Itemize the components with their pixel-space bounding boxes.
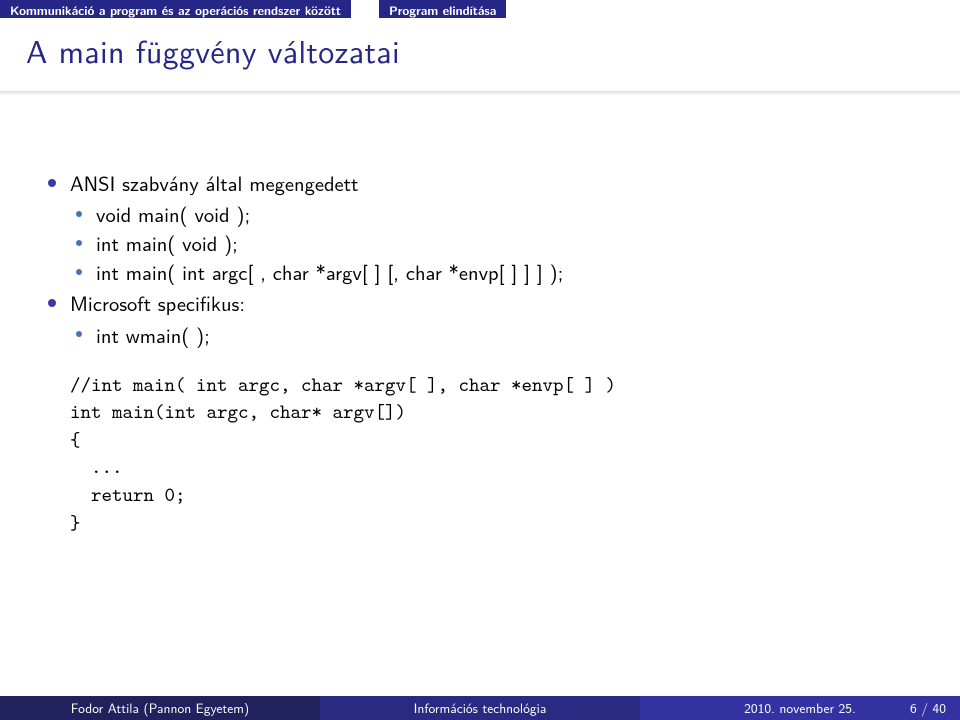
bullet-ms: Microsoft specifikus: int wmain( ); [44,289,916,349]
slide-content: ANSI szabvány által megengedett void mai… [0,91,960,537]
code-block: //int main( int argc, char *argv[ ], cha… [70,372,916,538]
slide-title: A main függvény változatai [26,26,934,73]
footer-date-seg: 2010. november 25. 6 / 40 [640,696,960,720]
ansi-item-1-text: void main( void ); [96,199,250,229]
nav-spacer [351,0,379,18]
ansi-item-3: int main( int argc[ , char *argv[ ] [, c… [70,258,916,287]
nav-subsection[interactable]: Program elindítása [379,0,506,18]
bullet-ms-label: Microsoft specifikus: [70,288,245,318]
nav-breadcrumb: Kommunikáció a program és az operációs r… [0,0,960,18]
nav-section[interactable]: Kommunikáció a program és az operációs r… [0,0,351,18]
footer-page: 6 / 40 [910,698,946,718]
title-block: A main függvény változatai [0,18,960,91]
title-shadow [0,91,960,95]
ms-item-1-text: int wmain( ); [96,320,210,350]
footer: Fodor Attila (Pannon Egyetem) Információ… [0,696,960,720]
ansi-item-2-text: int main( void ); [96,228,238,258]
footer-author: Fodor Attila (Pannon Egyetem) [0,696,320,720]
footer-title: Információs technológia [320,696,640,720]
bullet-ansi: ANSI szabvány által megengedett void mai… [44,169,916,287]
ms-item-1: int wmain( ); [70,321,916,350]
nav-fill [506,0,960,18]
bullet-ansi-label: ANSI szabvány által megengedett [70,168,358,198]
ansi-item-3-text: int main( int argc[ , char *argv[ ] [, c… [96,257,563,287]
ansi-item-1: void main( void ); [70,200,916,229]
footer-date: 2010. november 25. [744,698,856,718]
ansi-item-2: int main( void ); [70,229,916,258]
